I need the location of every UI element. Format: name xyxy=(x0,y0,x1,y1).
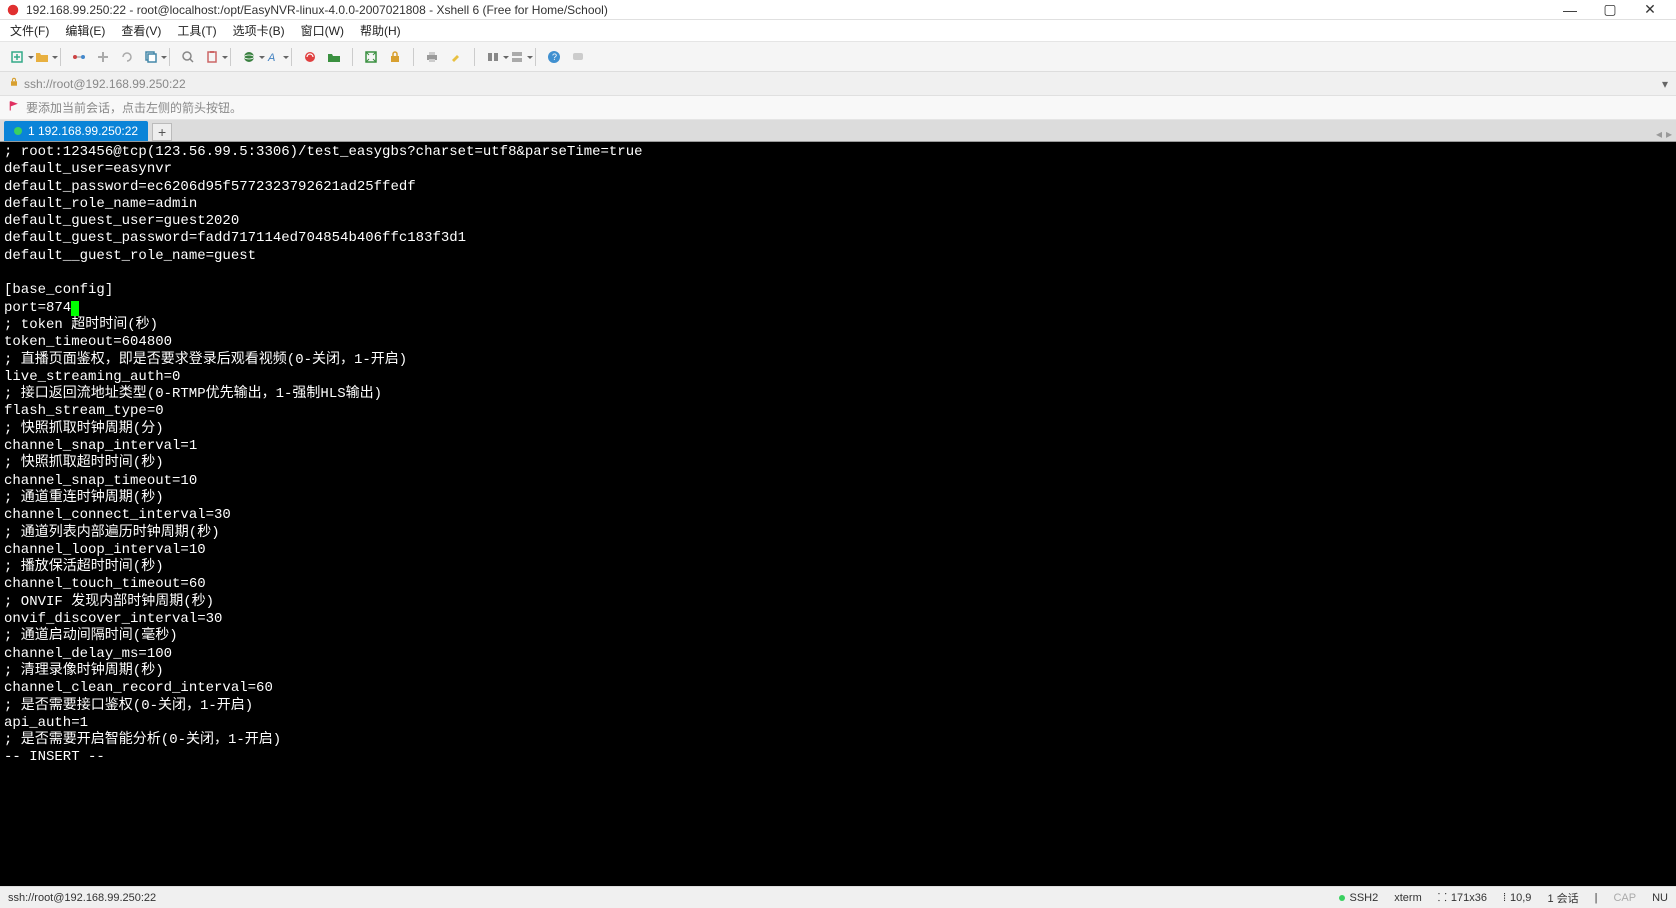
font-button[interactable]: A xyxy=(263,47,283,67)
toolbar-separator xyxy=(413,48,414,66)
menubar: 文件(F) 编辑(E) 查看(V) 工具(T) 选项卡(B) 窗口(W) 帮助(… xyxy=(0,20,1676,42)
copy-button[interactable] xyxy=(141,47,161,67)
minimize-button[interactable]: — xyxy=(1550,1,1590,19)
menu-edit[interactable]: 编辑(E) xyxy=(65,22,105,39)
toolbar-separator xyxy=(60,48,61,66)
maximize-button[interactable]: ▢ xyxy=(1590,1,1630,19)
fullscreen-button[interactable] xyxy=(361,47,381,67)
status-dot-icon xyxy=(14,127,22,135)
disconnect-button[interactable] xyxy=(93,47,113,67)
arrange-button[interactable] xyxy=(507,47,527,67)
toolbar-separator xyxy=(535,48,536,66)
toolbar-separator: | xyxy=(1595,892,1598,904)
menu-window[interactable]: 窗口(W) xyxy=(301,22,344,39)
addressbar: ssh://root@192.168.99.250:22 ▾ xyxy=(0,72,1676,96)
paste-button[interactable] xyxy=(202,47,222,67)
address-dropdown[interactable]: ▾ xyxy=(1662,77,1668,91)
status-cap: CAP xyxy=(1613,892,1636,904)
menu-view[interactable]: 查看(V) xyxy=(121,22,161,39)
menu-file[interactable]: 文件(F) xyxy=(10,22,49,39)
status-dot-icon xyxy=(1339,895,1345,901)
hint-text: 要添加当前会话，点击左侧的箭头按钮。 xyxy=(26,99,242,116)
open-button[interactable] xyxy=(32,47,52,67)
lock-icon xyxy=(8,76,20,91)
reconnect-button[interactable] xyxy=(117,47,137,67)
menu-tabs[interactable]: 选项卡(B) xyxy=(233,22,285,39)
find-button[interactable] xyxy=(178,47,198,67)
status-num: NU xyxy=(1652,892,1668,904)
print-button[interactable] xyxy=(422,47,442,67)
svg-text:?: ? xyxy=(552,52,557,62)
tab-label: 1 192.168.99.250:22 xyxy=(28,124,138,138)
hintbar: 要添加当前会话，点击左侧的箭头按钮。 xyxy=(0,96,1676,120)
help-button[interactable]: ? xyxy=(544,47,564,67)
window-title: 192.168.99.250:22 - root@localhost:/opt/… xyxy=(26,3,1550,17)
status-path: ssh://root@192.168.99.250:22 xyxy=(8,892,1323,904)
tabbar: 1 192.168.99.250:22 + ◂ ▸ xyxy=(0,120,1676,142)
toolbar-separator xyxy=(291,48,292,66)
session-tab[interactable]: 1 192.168.99.250:22 xyxy=(4,121,148,141)
toolbar-separator xyxy=(169,48,170,66)
flag-icon[interactable] xyxy=(8,100,20,115)
xftp-button[interactable] xyxy=(324,47,344,67)
svg-text:A: A xyxy=(267,52,275,64)
address-text[interactable]: ssh://root@192.168.99.250:22 xyxy=(24,77,1662,91)
highlighter-button[interactable] xyxy=(446,47,466,67)
terminal-output[interactable]: ; root:123456@tcp(123.56.99.5:3306)/test… xyxy=(0,142,1676,886)
add-tab-button[interactable]: + xyxy=(152,123,172,141)
toolbar-separator xyxy=(352,48,353,66)
chat-button[interactable] xyxy=(568,47,588,67)
toolbar-separator xyxy=(230,48,231,66)
toolbar: A ? xyxy=(0,42,1676,72)
tab-nav: ◂ ▸ xyxy=(1656,127,1672,141)
xagent-button[interactable] xyxy=(300,47,320,67)
status-proto: SSH2 xyxy=(1339,892,1378,904)
toolbar-separator xyxy=(474,48,475,66)
statusbar: ssh://root@192.168.99.250:22 SSH2 xterm … xyxy=(0,886,1676,908)
globe-button[interactable] xyxy=(239,47,259,67)
tab-next-button[interactable]: ▸ xyxy=(1666,127,1672,141)
menu-help[interactable]: 帮助(H) xyxy=(360,22,401,39)
status-size: ⸬ 171x36 xyxy=(1438,890,1487,905)
status-term: xterm xyxy=(1394,892,1422,904)
connect-button[interactable] xyxy=(69,47,89,67)
new-session-button[interactable] xyxy=(8,47,28,67)
lock-button[interactable] xyxy=(385,47,405,67)
status-sessions: 1 会话 xyxy=(1547,890,1578,906)
status-pos: ⁞ 10,9 xyxy=(1503,892,1531,904)
close-button[interactable]: ✕ xyxy=(1630,1,1670,19)
tab-prev-button[interactable]: ◂ xyxy=(1656,127,1662,141)
app-icon xyxy=(6,3,20,17)
menu-tools[interactable]: 工具(T) xyxy=(177,22,216,39)
layout-button[interactable] xyxy=(483,47,503,67)
window-titlebar: 192.168.99.250:22 - root@localhost:/opt/… xyxy=(0,0,1676,20)
